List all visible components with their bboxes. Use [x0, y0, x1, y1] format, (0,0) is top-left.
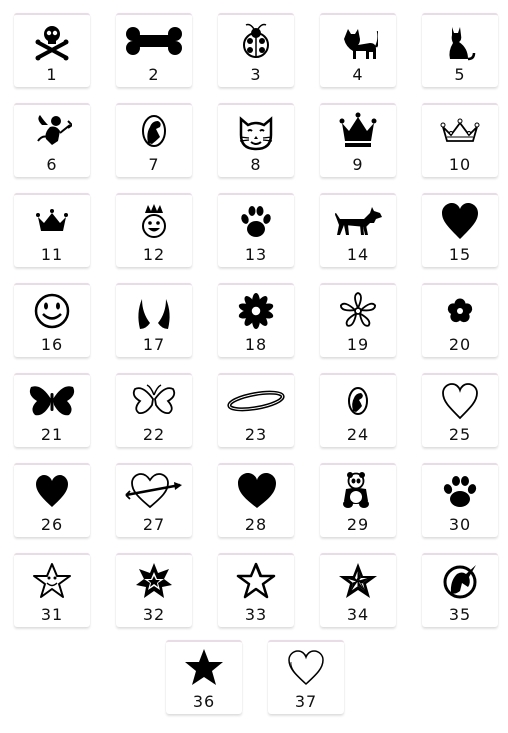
stencil-tile: 31: [14, 553, 90, 627]
stencil-number: 18: [244, 335, 268, 354]
stencil-number: 16: [40, 335, 64, 354]
stencil-number: 14: [346, 245, 370, 264]
stencil-tile: 32: [116, 553, 192, 627]
stencil-number: 29: [346, 515, 370, 534]
stencil-tile: 35: [422, 553, 498, 627]
stencil-tile: 20: [422, 283, 498, 357]
stencil-tile: 29: [320, 463, 396, 537]
stencil-tile: 3: [218, 13, 294, 87]
stencil-tile: 27: [116, 463, 192, 537]
stencil-tile: 6: [14, 103, 90, 177]
stencil-tile: 18: [218, 283, 294, 357]
stencil-number: 10: [448, 155, 472, 174]
stencil-tile: 21: [14, 373, 90, 447]
stencil-tile: 23: [218, 373, 294, 447]
stencil-number: 6: [46, 155, 58, 174]
stencil-tile: 8: [218, 103, 294, 177]
stencil-number: 2: [148, 65, 160, 84]
stencil-tile: 4: [320, 13, 396, 87]
stencil-number: 7: [148, 155, 160, 174]
stencil-number: 1: [46, 65, 58, 84]
stencil-tile: 34: [320, 553, 396, 627]
stencil-tile: 37: [268, 640, 344, 714]
stencil-tile: 1: [14, 13, 90, 87]
stencil-number: 35: [448, 605, 472, 624]
stencil-tile: 24: [320, 373, 396, 447]
stencil-number: 28: [244, 515, 268, 534]
stencil-tile: 13: [218, 193, 294, 267]
stencil-number: 32: [142, 605, 166, 624]
stencil-tile: 10: [422, 103, 498, 177]
stencil-number: 23: [244, 425, 268, 444]
stencil-tile: 22: [116, 373, 192, 447]
stencil-number: 19: [346, 335, 370, 354]
stencil-number: 13: [244, 245, 268, 264]
stencil-tile: 5: [422, 13, 498, 87]
stencil-number: 3: [250, 65, 262, 84]
stencil-tile: 14: [320, 193, 396, 267]
stencil-tile: 7: [116, 103, 192, 177]
stencil-number: 34: [346, 605, 370, 624]
stencil-number: 15: [448, 245, 472, 264]
stencil-number: 9: [352, 155, 364, 174]
stencil-number: 25: [448, 425, 472, 444]
stencil-number: 30: [448, 515, 472, 534]
stencil-tile: 17: [116, 283, 192, 357]
stencil-number: 11: [40, 245, 64, 264]
stencil-number: 33: [244, 605, 268, 624]
stencil-tile: 26: [14, 463, 90, 537]
stencil-number: 31: [40, 605, 64, 624]
stencil-tile: 2: [116, 13, 192, 87]
stencil-tile: 12: [116, 193, 192, 267]
stencil-number: 21: [40, 425, 64, 444]
stencil-tile: 19: [320, 283, 396, 357]
stencil-number: 26: [40, 515, 64, 534]
stencil-number: 5: [454, 65, 466, 84]
stencil-number: 36: [192, 692, 216, 711]
stencil-tile: 16: [14, 283, 90, 357]
stencil-number: 37: [294, 692, 318, 711]
stencil-number: 8: [250, 155, 262, 174]
stencil-number: 12: [142, 245, 166, 264]
stencil-number: 20: [448, 335, 472, 354]
stencil-grid: 1 2 3 4 5 6 7 8 9 10 11 12 13 14 15 16 17 18 19 20 21 22 23 24 2…: [0, 0, 508, 733]
stencil-number: 4: [352, 65, 364, 84]
stencil-tile: 30: [422, 463, 498, 537]
stencil-number: 27: [142, 515, 166, 534]
stencil-tile: 15: [422, 193, 498, 267]
stencil-tile: 36: [166, 640, 242, 714]
stencil-tile: 28: [218, 463, 294, 537]
stencil-tile: 11: [14, 193, 90, 267]
stencil-number: 24: [346, 425, 370, 444]
stencil-number: 17: [142, 335, 166, 354]
stencil-tile: 25: [422, 373, 498, 447]
stencil-tile: 9: [320, 103, 396, 177]
stencil-number: 22: [142, 425, 166, 444]
stencil-tile: 33: [218, 553, 294, 627]
